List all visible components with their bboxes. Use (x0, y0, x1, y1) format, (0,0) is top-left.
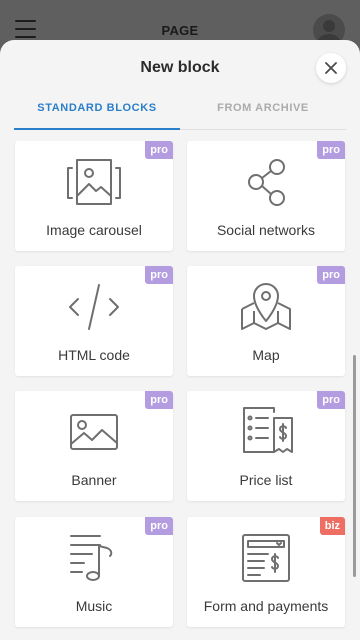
share-icon (234, 156, 298, 208)
block-card-form-payments[interactable]: Form and payments biz (187, 517, 345, 627)
block-grid: Image carousel pro Social networks pro H… (0, 141, 360, 640)
biz-badge: biz (319, 517, 345, 535)
block-label: Form and payments (203, 598, 329, 614)
block-card-image-carousel[interactable]: Image carousel pro (15, 141, 173, 251)
pro-badge: pro (145, 141, 173, 159)
pro-badge: pro (317, 391, 345, 409)
block-label: Banner (71, 472, 117, 488)
code-icon (62, 281, 126, 333)
tab-from-archive[interactable]: FROM ARCHIVE (180, 92, 346, 130)
pro-badge: pro (145, 391, 173, 409)
form-payment-icon (234, 532, 298, 584)
block-card-banner[interactable]: Banner pro (15, 391, 173, 501)
block-card-map[interactable]: Map pro (187, 266, 345, 376)
block-card-social-networks[interactable]: Social networks pro (187, 141, 345, 251)
close-icon (325, 62, 337, 74)
new-block-sheet: New block STANDARD BLOCKS FROM ARCHIVE I… (0, 40, 360, 640)
block-label: Map (252, 347, 280, 363)
background-page-title: PAGE (161, 23, 199, 38)
map-pin-icon (234, 281, 298, 333)
block-card-html-code[interactable]: HTML code pro (15, 266, 173, 376)
pro-badge: pro (145, 517, 173, 535)
block-label: HTML code (58, 347, 130, 363)
pro-badge: pro (317, 266, 345, 284)
image-carousel-icon (62, 156, 126, 208)
scrollbar[interactable] (353, 355, 356, 577)
close-button[interactable] (316, 53, 346, 83)
pro-badge: pro (145, 266, 173, 284)
music-icon (62, 532, 126, 584)
block-label: Image carousel (46, 222, 142, 238)
block-label: Music (75, 598, 113, 614)
tab-standard-blocks[interactable]: STANDARD BLOCKS (14, 92, 180, 130)
block-label: Social networks (216, 222, 316, 238)
block-label: Price list (239, 472, 293, 488)
block-source-tabs: STANDARD BLOCKS FROM ARCHIVE (14, 92, 346, 130)
banner-image-icon (62, 406, 126, 458)
block-card-music[interactable]: Music pro (15, 517, 173, 627)
pro-badge: pro (317, 141, 345, 159)
sheet-title: New block (140, 59, 220, 76)
active-tab-indicator (14, 128, 180, 130)
price-list-icon (234, 406, 298, 458)
block-card-price-list[interactable]: Price list pro (187, 391, 345, 501)
